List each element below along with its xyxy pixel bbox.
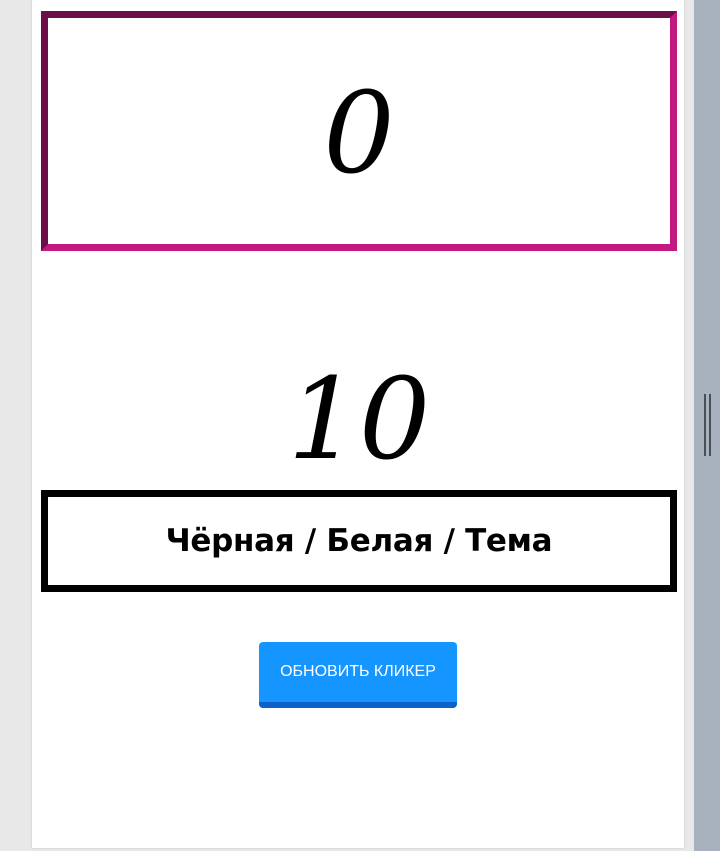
counter-value: 0 [323,69,395,199]
counter-display[interactable]: 0 [41,11,677,251]
drag-handle-icon[interactable] [704,394,706,456]
theme-toggle-button[interactable]: Чёрная / Белая / Тема [41,490,677,592]
step-value: 10 [287,355,431,485]
split-view-divider[interactable] [694,0,720,851]
drag-handle-icon[interactable] [709,394,711,456]
theme-toggle-label: Чёрная / Белая / Тема [165,523,553,559]
refresh-clicker-button[interactable]: ОБНОВИТЬ КЛИКЕР [259,642,457,708]
